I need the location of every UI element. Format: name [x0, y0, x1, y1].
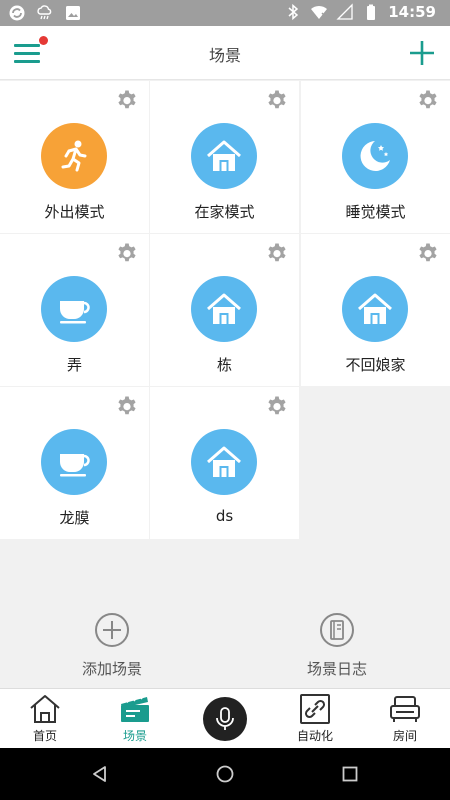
tab-rooms[interactable]: 房间 [365, 693, 445, 744]
gear-icon[interactable] [265, 395, 289, 419]
tab-scenes[interactable]: 场景 [95, 693, 175, 744]
house-icon [206, 446, 242, 479]
bottom-navigation: 首页 场景 自动化 房间 [0, 688, 450, 748]
scene-card[interactable]: 龙膜 [0, 387, 149, 539]
recents-icon[interactable] [340, 764, 360, 784]
sofa-icon [390, 696, 420, 722]
scene-icon-circle [191, 429, 257, 495]
scene-label: 不回娘家 [345, 356, 406, 374]
notebook-icon [320, 613, 354, 647]
sync-icon [9, 5, 25, 21]
gear-icon[interactable] [115, 395, 139, 419]
tab-automation-label: 自动化 [296, 729, 333, 743]
tab-home[interactable]: 首页 [5, 693, 85, 744]
running-person-icon [61, 140, 87, 172]
scene-label: 龙膜 [59, 509, 90, 527]
scene-label: 在家模式 [194, 203, 255, 221]
gear-icon[interactable] [416, 89, 440, 113]
tab-home-label: 首页 [32, 729, 57, 743]
gear-icon[interactable] [265, 89, 289, 113]
signal-icon [336, 3, 353, 20]
top-app-bar: 场景 [0, 26, 450, 80]
cup-icon [58, 299, 90, 325]
page-title: 场景 [208, 46, 241, 65]
bluetooth-icon [288, 3, 299, 21]
tab-scenes-label: 场景 [122, 729, 147, 743]
microphone-icon [216, 707, 234, 730]
scene-icon-circle [191, 123, 257, 189]
scene-icon-circle [41, 276, 107, 342]
clock: 14:59 [388, 3, 436, 21]
house-icon [357, 293, 393, 326]
link-icon [300, 694, 330, 724]
back-icon[interactable] [90, 764, 110, 784]
scene-card[interactable]: 栋 [150, 234, 299, 386]
moon-stars-icon [360, 141, 390, 171]
cup-icon [58, 452, 90, 478]
scene-icon-circle [342, 123, 408, 189]
status-bar: 14:59 [0, 0, 450, 26]
image-icon [66, 6, 80, 20]
scene-card[interactable]: 睡觉模式 [301, 81, 450, 233]
scene-card[interactable]: 不回娘家 [301, 234, 450, 386]
scene-log-label: 场景日志 [306, 660, 367, 678]
gear-icon[interactable] [115, 242, 139, 266]
scene-label: 外出模式 [44, 203, 105, 221]
tab-rooms-label: 房间 [392, 729, 417, 743]
add-icon[interactable] [408, 39, 436, 67]
gear-icon[interactable] [416, 242, 440, 266]
scene-log-button[interactable]: 场景日志 [257, 612, 417, 679]
system-navigation-bar [0, 748, 450, 800]
home-icon [30, 695, 60, 723]
gear-icon[interactable] [265, 242, 289, 266]
scene-card[interactable]: 在家模式 [150, 81, 299, 233]
add-scene-label: 添加场景 [81, 660, 142, 678]
gear-icon[interactable] [115, 89, 139, 113]
tab-automation[interactable]: 自动化 [275, 693, 355, 744]
scene-label: 睡觉模式 [345, 203, 406, 221]
scene-label: 弄 [66, 356, 82, 374]
scene-icon-circle [191, 276, 257, 342]
add-circle-icon [95, 613, 129, 647]
house-icon [206, 140, 242, 173]
home-circle-icon[interactable] [215, 764, 235, 784]
scene-icon-circle [41, 429, 107, 495]
scene-icon-circle [41, 123, 107, 189]
house-icon [206, 293, 242, 326]
voice-button[interactable] [203, 697, 247, 741]
add-scene-button[interactable]: 添加场景 [32, 612, 192, 679]
clapperboard-icon [121, 694, 149, 722]
scene-card[interactable]: ds [150, 387, 299, 539]
scene-icon-circle [342, 276, 408, 342]
weather-rain-icon [37, 5, 52, 20]
battery-icon [367, 4, 376, 20]
scene-label: ds [215, 507, 234, 525]
scene-card[interactable]: 弄 [0, 234, 149, 386]
wifi-icon [311, 5, 328, 19]
scene-card[interactable]: 外出模式 [0, 81, 149, 233]
scene-label: 栋 [216, 356, 232, 374]
